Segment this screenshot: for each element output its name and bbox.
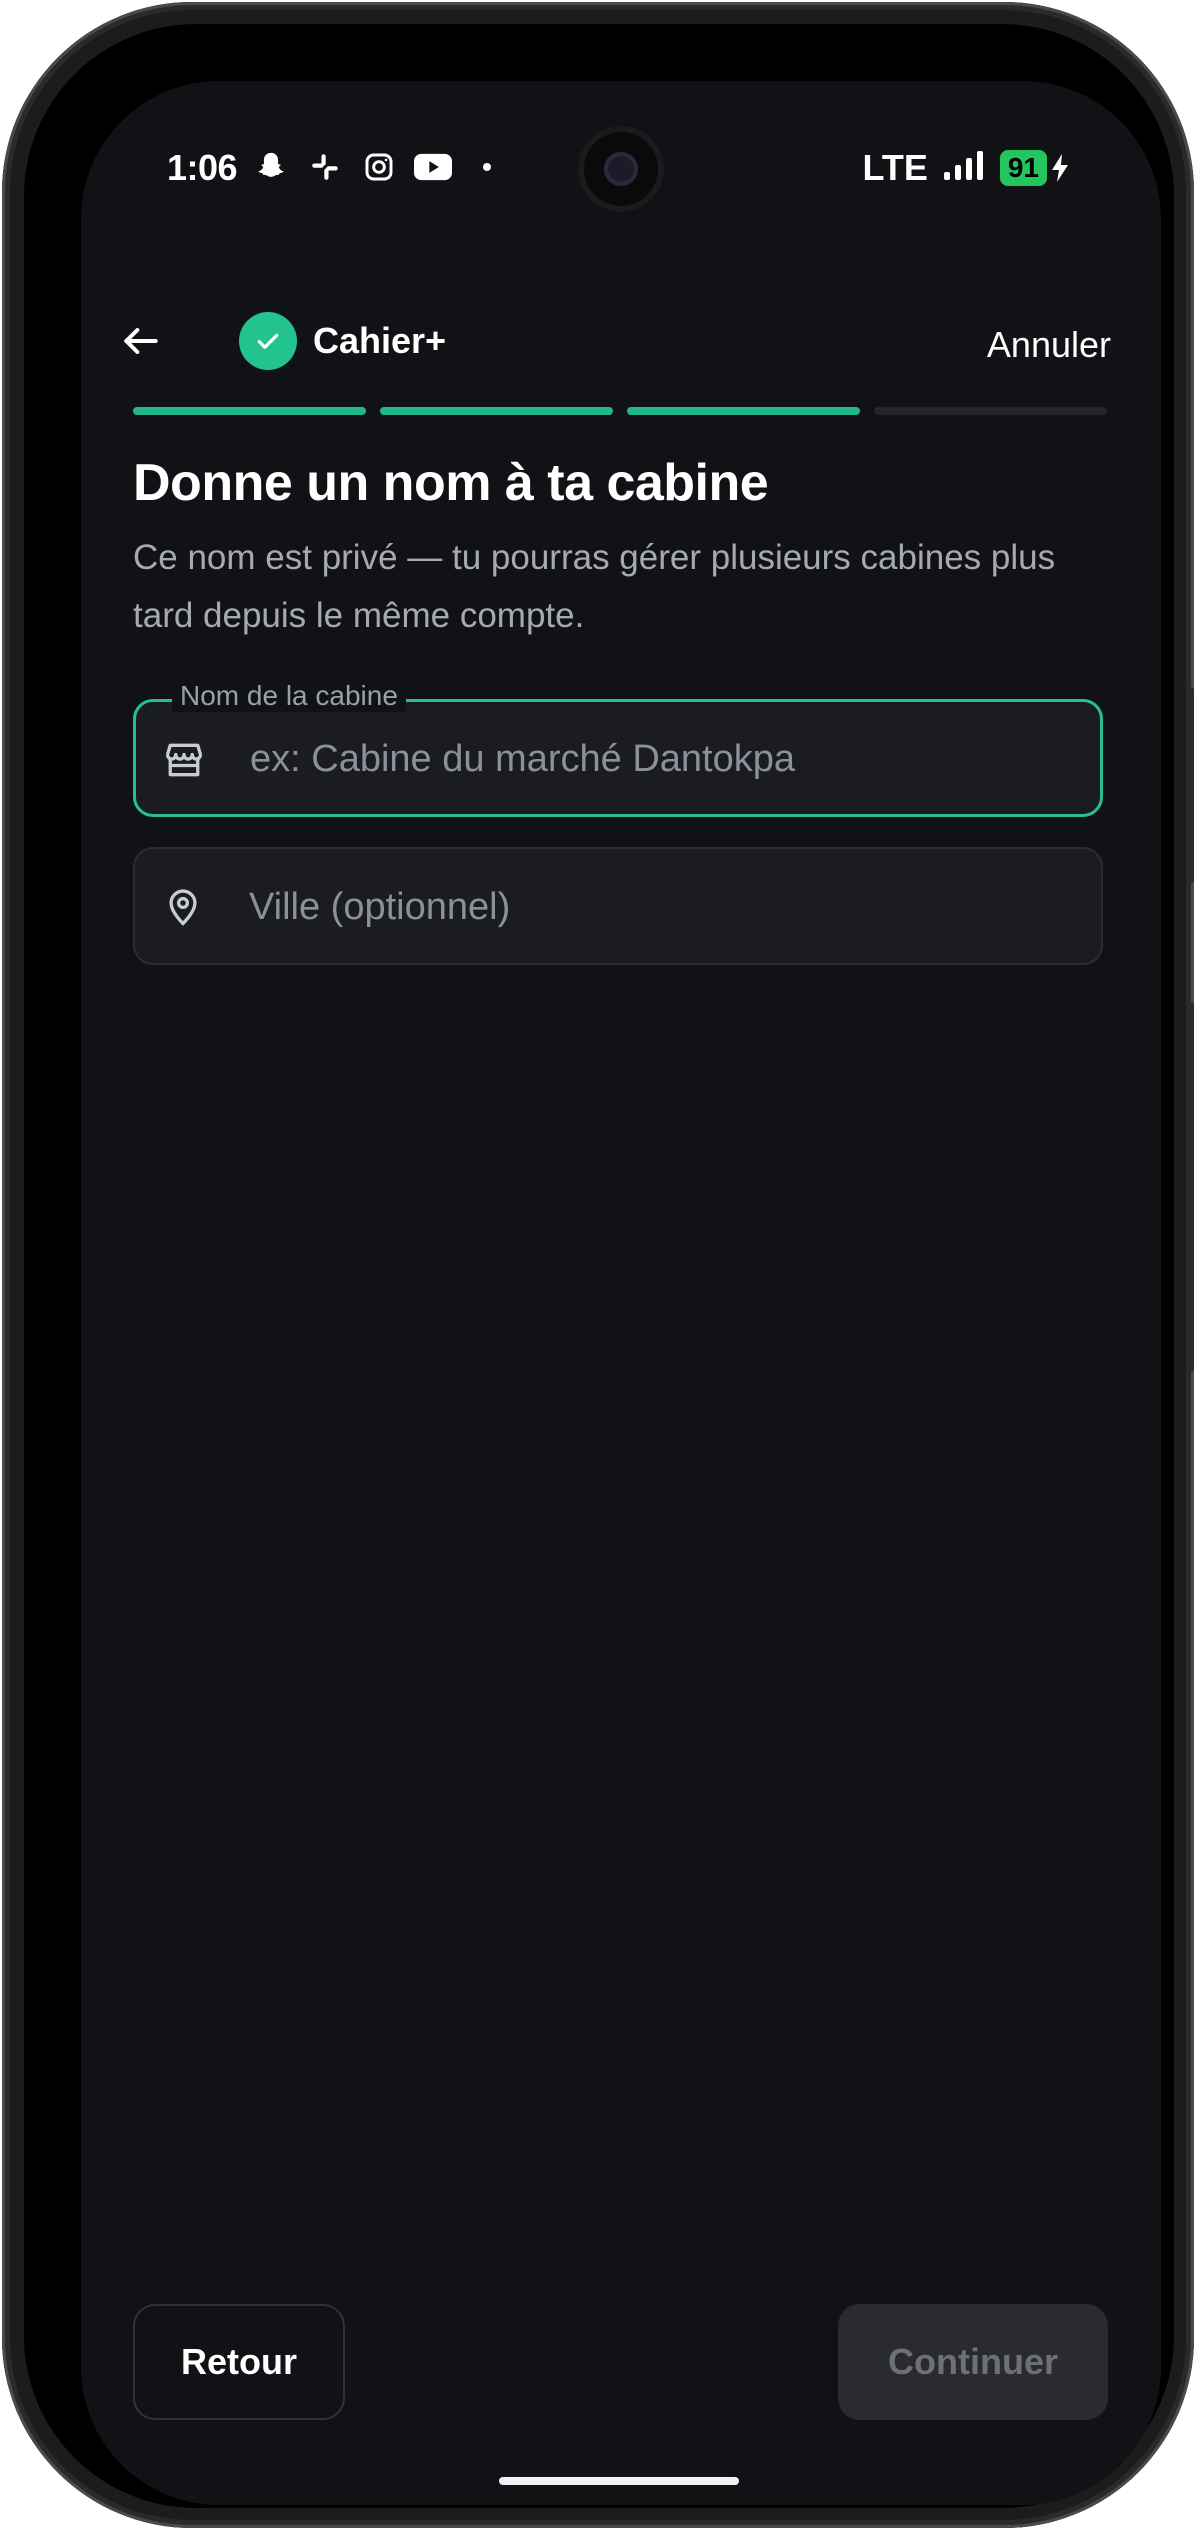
city-input[interactable] xyxy=(247,849,1081,965)
back-arrow-icon[interactable] xyxy=(119,319,163,363)
home-indicator[interactable] xyxy=(499,2477,739,2485)
city-field[interactable] xyxy=(133,847,1103,965)
check-icon xyxy=(239,312,297,370)
brand-name: Cahier+ xyxy=(313,320,447,361)
charging-icon xyxy=(1052,154,1068,182)
signal-icon xyxy=(942,150,986,187)
progress-step-2 xyxy=(380,407,613,415)
battery-indicator: 91 xyxy=(999,150,1071,186)
cabin-name-input[interactable] xyxy=(248,702,1082,816)
phone-bezel: 1:06 LTE 91 Cahier+ Annuler Donne un nom… xyxy=(24,24,1174,2508)
progress-step-3 xyxy=(627,407,860,415)
youtube-icon xyxy=(413,147,453,187)
app-header: Cahier+ Annuler xyxy=(81,307,1161,377)
slack-icon xyxy=(305,147,345,187)
volume-button xyxy=(1186,687,1194,883)
phone-frame: 1:06 LTE 91 Cahier+ Annuler Donne un nom… xyxy=(2,2,1194,2528)
progress-step-1 xyxy=(133,407,366,415)
step-progress xyxy=(133,407,1107,415)
snapchat-icon xyxy=(251,147,291,187)
dot-icon xyxy=(467,147,507,187)
network-label: LTE xyxy=(862,147,928,188)
progress-step-4 xyxy=(874,407,1107,415)
store-icon xyxy=(162,738,206,782)
status-time: 1:06 xyxy=(167,147,238,188)
page-subtitle: Ce nom est privé — tu pourras gérer plus… xyxy=(133,538,1056,635)
continue-button[interactable]: Continuer xyxy=(838,2304,1108,2420)
back-button[interactable]: Retour xyxy=(133,2304,345,2420)
brand: Cahier+ xyxy=(239,312,446,370)
power-button xyxy=(1186,1002,1194,1372)
cabin-name-field[interactable]: Nom de la cabine xyxy=(133,680,1103,817)
status-right: LTE 91 xyxy=(863,147,1071,189)
cancel-button[interactable]: Annuler xyxy=(987,324,1111,366)
screen: 1:06 LTE 91 Cahier+ Annuler Donne un nom… xyxy=(81,81,1161,2505)
page-title: Donne un nom à ta cabine xyxy=(133,454,769,512)
battery-level: 91 xyxy=(999,150,1047,186)
front-camera xyxy=(578,126,664,212)
notification-icons xyxy=(251,147,507,187)
location-pin-icon xyxy=(161,885,205,929)
instagram-icon xyxy=(359,147,399,187)
